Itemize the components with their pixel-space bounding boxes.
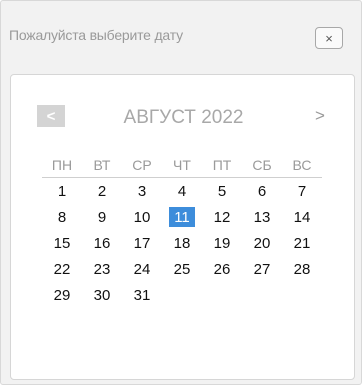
day-cell[interactable]: 28 <box>289 259 315 279</box>
day-cell[interactable]: 25 <box>169 259 195 279</box>
day-cell[interactable]: 20 <box>249 233 275 253</box>
days-grid: 1 2 3 4 5 6 7 8 9 10 11 12 13 14 15 16 1… <box>42 181 322 305</box>
weekday-fri: ПТ <box>212 157 232 173</box>
day-cell[interactable]: 4 <box>169 181 195 201</box>
day-cell[interactable]: 26 <box>209 259 235 279</box>
picker-title: Пожалуйста выберите дату <box>9 27 183 43</box>
day-cell-selected[interactable]: 11 <box>169 207 195 227</box>
prev-month-button[interactable]: < <box>37 105 65 127</box>
day-cell[interactable]: 2 <box>89 181 115 201</box>
day-cell[interactable]: 23 <box>89 259 115 279</box>
day-cell[interactable]: 10 <box>129 207 155 227</box>
day-cell[interactable]: 17 <box>129 233 155 253</box>
day-cell[interactable]: 27 <box>249 259 275 279</box>
day-cell[interactable]: 15 <box>49 233 75 253</box>
day-cell[interactable]: 7 <box>289 181 315 201</box>
day-cell[interactable]: 8 <box>49 207 75 227</box>
day-cell[interactable]: 31 <box>129 285 155 305</box>
day-cell[interactable]: 12 <box>209 207 235 227</box>
day-cell[interactable]: 13 <box>249 207 275 227</box>
close-button[interactable]: × <box>315 27 343 49</box>
day-cell[interactable]: 24 <box>129 259 155 279</box>
day-cell[interactable]: 14 <box>289 207 315 227</box>
weekday-wed: СР <box>132 157 152 173</box>
weekday-tue: ВТ <box>93 157 111 173</box>
next-month-button[interactable]: > <box>309 105 331 127</box>
weekday-sun: ВС <box>292 157 312 173</box>
day-cell[interactable]: 3 <box>129 181 155 201</box>
day-cell[interactable]: 5 <box>209 181 235 201</box>
calendar: АВГУСТ 2022 < > ПН ВТ СР ЧТ ПТ СБ ВС 1 2… <box>10 74 355 380</box>
day-cell[interactable]: 19 <box>209 233 235 253</box>
day-cell[interactable]: 21 <box>289 233 315 253</box>
weekday-sat: СБ <box>252 157 272 173</box>
day-cell[interactable]: 29 <box>49 285 75 305</box>
weekday-header: ПН ВТ СР ЧТ ПТ СБ ВС <box>42 155 322 178</box>
day-cell[interactable]: 22 <box>49 259 75 279</box>
date-picker-panel: Пожалуйста выберите дату × АВГУСТ 2022 <… <box>0 0 362 385</box>
day-cell[interactable]: 6 <box>249 181 275 201</box>
weekday-mon: ПН <box>51 157 73 173</box>
day-cell[interactable]: 30 <box>89 285 115 305</box>
weekday-thu: ЧТ <box>173 157 191 173</box>
day-cell[interactable]: 9 <box>89 207 115 227</box>
day-cell[interactable]: 16 <box>89 233 115 253</box>
day-cell[interactable]: 18 <box>169 233 195 253</box>
close-icon: × <box>325 30 333 46</box>
day-cell[interactable]: 1 <box>49 181 75 201</box>
